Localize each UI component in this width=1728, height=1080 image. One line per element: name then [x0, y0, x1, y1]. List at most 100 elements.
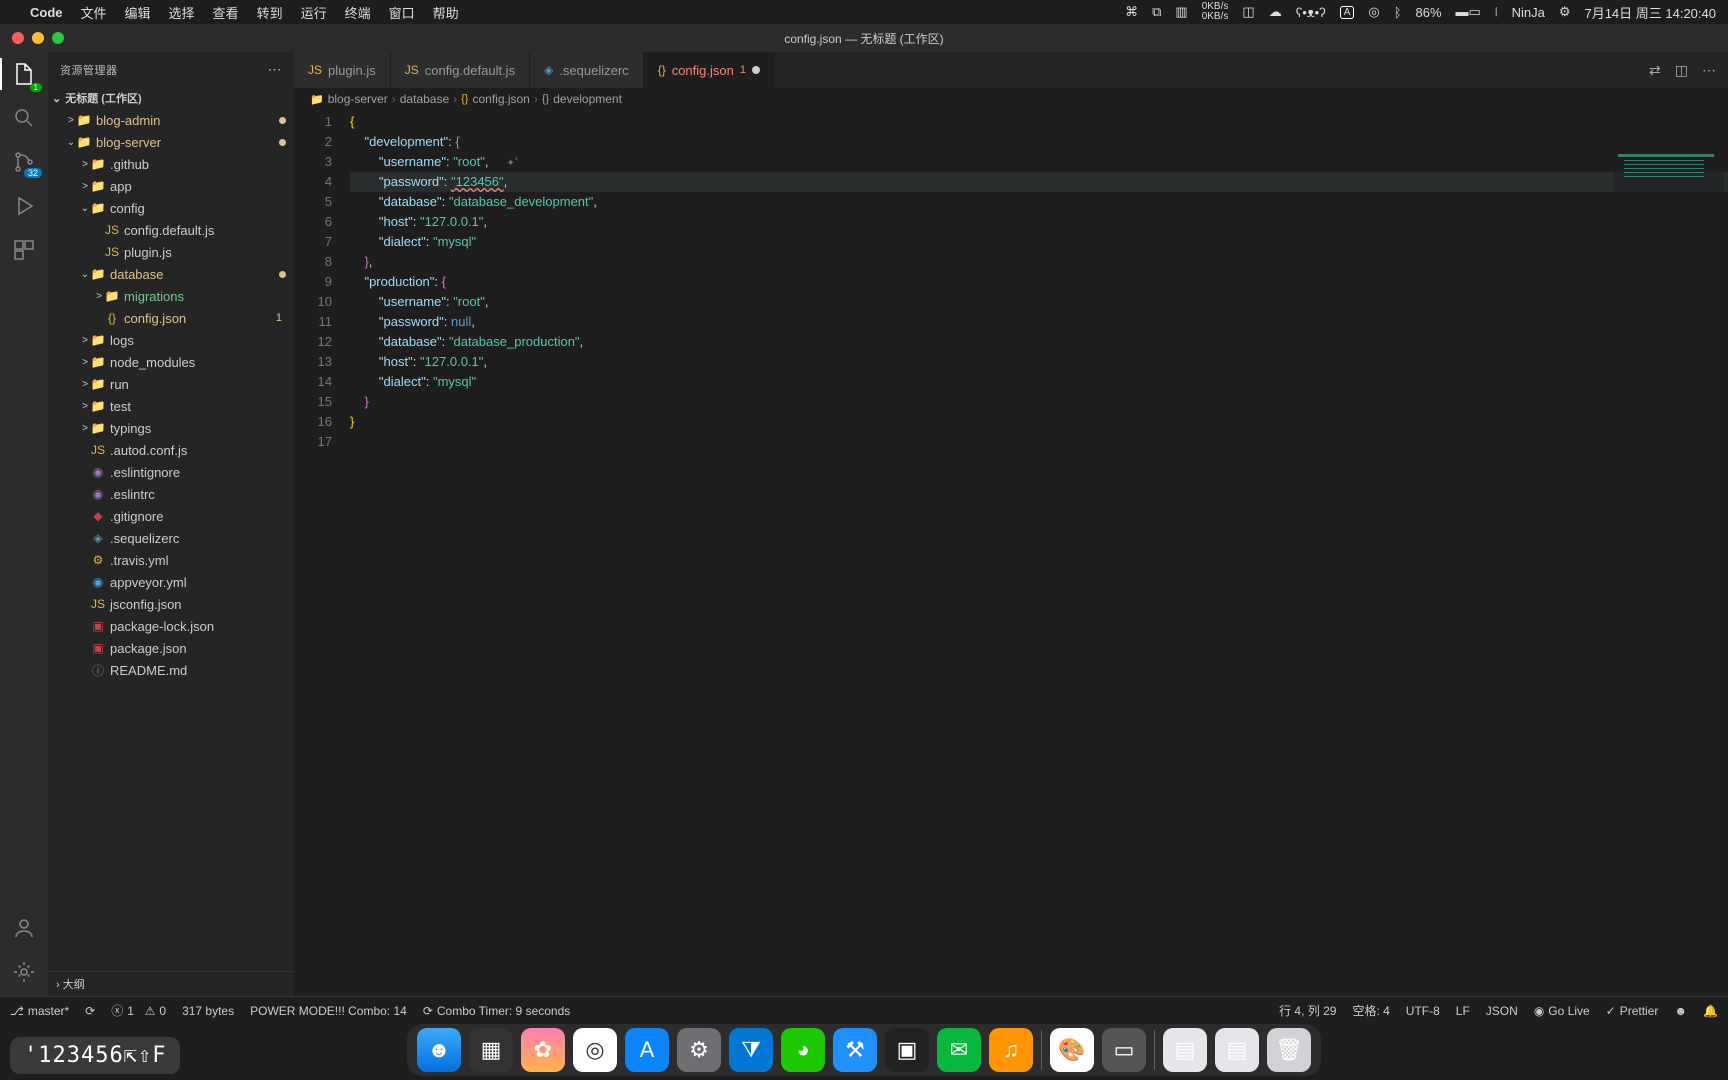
airdrop-icon[interactable]: ◎ [1368, 4, 1379, 20]
go-live[interactable]: ◉ Go Live [1534, 1004, 1590, 1018]
compare-changes-icon[interactable]: ⇄ [1649, 62, 1661, 79]
outline-section[interactable]: › 大纲 [48, 971, 294, 996]
menu-edit[interactable]: 编辑 [125, 3, 151, 22]
tab--sequelizerc[interactable]: ◈.sequelizerc [530, 52, 644, 88]
tree-item-config-default-js[interactable]: JSconfig.default.js [48, 219, 294, 241]
dock-chrome-icon[interactable]: ◎ [573, 1028, 617, 1072]
code-line-5[interactable]: "database": "database_development", [350, 192, 1728, 212]
date-time[interactable]: 7月14日 周三 14:20:40 [1584, 3, 1716, 22]
menu-window[interactable]: 窗口 [389, 3, 415, 22]
dock-settings-icon[interactable]: ⚙ [677, 1028, 721, 1072]
battery-percent[interactable]: 86% [1416, 5, 1442, 20]
ime-candidate[interactable]: '123456⇱⇧F [10, 1037, 180, 1074]
dock-preview1-icon[interactable]: 🎨 [1050, 1028, 1094, 1072]
tree-item-package-json[interactable]: ▣package.json [48, 637, 294, 659]
tree-item-database[interactable]: ⌄📁database [48, 263, 294, 285]
menu-file[interactable]: 文件 [81, 3, 107, 22]
tree-item--autod-conf-js[interactable]: JS.autod.conf.js [48, 439, 294, 461]
code-line-14[interactable]: "dialect": "mysql" [350, 372, 1728, 392]
eol[interactable]: LF [1456, 1004, 1470, 1018]
indentation[interactable]: 空格: 4 [1352, 1002, 1389, 1019]
dock-trash-icon[interactable]: 🗑 [1267, 1028, 1311, 1072]
rectangle-icon[interactable]: ◫ [1242, 4, 1254, 20]
tab-config-default-js[interactable]: JSconfig.default.js [391, 52, 530, 88]
tree-item--github[interactable]: >📁.github [48, 153, 294, 175]
tab-config-json[interactable]: {}config.json1 [644, 52, 775, 88]
bell-icon[interactable]: 🔔 [1703, 1004, 1718, 1018]
cursor-position[interactable]: 行 4, 列 29 [1279, 1002, 1336, 1019]
screencap-icon[interactable]: ⧉ [1152, 4, 1161, 20]
dock-vscode-icon[interactable]: ⧩ [729, 1028, 773, 1072]
tree-item-appveyor-yml[interactable]: ◉appveyor.yml [48, 571, 294, 593]
user-name[interactable]: NinJa [1512, 5, 1545, 20]
code-line-10[interactable]: "username": "root", [350, 292, 1728, 312]
tree-item-config[interactable]: ⌄📁config [48, 197, 294, 219]
code-line-11[interactable]: "password": null, [350, 312, 1728, 332]
dock-wechat-icon[interactable]: ✉ [937, 1028, 981, 1072]
split-editor-icon[interactable]: ◫ [1675, 62, 1688, 79]
tree-item-migrations[interactable]: >📁migrations [48, 285, 294, 307]
code-line-12[interactable]: "database": "database_production", [350, 332, 1728, 352]
tree-item-blog-server[interactable]: ⌄📁blog-server [48, 131, 294, 153]
tree-item-config-json[interactable]: {}config.json1 [48, 307, 294, 329]
window-close-button[interactable] [12, 32, 24, 44]
wifi-icon[interactable]: ⧙ [1495, 4, 1498, 20]
dock-appstore-icon[interactable]: A [625, 1028, 669, 1072]
dock-preview2-icon[interactable]: ▭ [1102, 1028, 1146, 1072]
dock-xcode-icon[interactable]: ⚒ [833, 1028, 877, 1072]
dock-document2-icon[interactable]: ▤ [1215, 1028, 1259, 1072]
tree-item-plugin-js[interactable]: JSplugin.js [48, 241, 294, 263]
tree-item-app[interactable]: >📁app [48, 175, 294, 197]
tree-item-run[interactable]: >📁run [48, 373, 294, 395]
tree-item-jsconfig-json[interactable]: JSjsconfig.json [48, 593, 294, 615]
code-line-1[interactable]: { [350, 112, 1728, 132]
tower-icon[interactable]: ▥ [1175, 4, 1187, 20]
menubar-app-name[interactable]: Code [30, 5, 63, 20]
tab-plugin-js[interactable]: JSplugin.js [294, 52, 391, 88]
encoding[interactable]: UTF-8 [1406, 1004, 1440, 1018]
tree-item--eslintrc[interactable]: ◉.eslintrc [48, 483, 294, 505]
settings-gear-icon[interactable] [12, 960, 36, 984]
control-center-icon[interactable]: ⚙ [1559, 4, 1571, 20]
dock-document1-icon[interactable]: ▤ [1163, 1028, 1207, 1072]
sidebar-more-icon[interactable]: ⋯ [268, 61, 283, 78]
tree-item-typings[interactable]: >📁typings [48, 417, 294, 439]
input-source-indicator[interactable]: A [1340, 6, 1355, 19]
bluetooth-icon[interactable]: ᛒ [1394, 5, 1402, 20]
code-line-13[interactable]: "host": "127.0.0.1", [350, 352, 1728, 372]
tree-item-node_modules[interactable]: >📁node_modules [48, 351, 294, 373]
language-mode[interactable]: JSON [1486, 1004, 1518, 1018]
tree-item--eslintignore[interactable]: ◉.eslintignore [48, 461, 294, 483]
accounts-icon[interactable] [12, 916, 36, 940]
workspace-header[interactable]: ⌄无标题 (工作区) [48, 87, 294, 109]
code-editor[interactable]: 1234567891011121314151617 { "development… [294, 110, 1728, 996]
code-line-6[interactable]: "host": "127.0.0.1", [350, 212, 1728, 232]
search-icon[interactable] [12, 106, 36, 130]
code-line-2[interactable]: "development": { [350, 132, 1728, 152]
tree-item-logs[interactable]: >📁logs [48, 329, 294, 351]
tree-item-test[interactable]: >📁test [48, 395, 294, 417]
dock-terminal-icon[interactable]: ▣ [885, 1028, 929, 1072]
explorer-icon[interactable]: 1 [12, 62, 36, 86]
dock-music-icon[interactable]: ♫ [989, 1028, 1033, 1072]
code-line-15[interactable]: } [350, 392, 1728, 412]
cmd-icon[interactable]: ⌘ [1125, 4, 1138, 20]
extensions-icon[interactable] [12, 238, 36, 262]
dock-photos-icon[interactable]: ✿ [521, 1028, 565, 1072]
menu-terminal[interactable]: 终端 [345, 3, 371, 22]
sync-icon[interactable]: ⟳ [85, 1004, 95, 1018]
code-line-17[interactable] [350, 432, 1728, 452]
window-zoom-button[interactable] [52, 32, 64, 44]
tree-item--sequelizerc[interactable]: ◈.sequelizerc [48, 527, 294, 549]
code-line-8[interactable]: }, [350, 252, 1728, 272]
code-line-16[interactable]: } [350, 412, 1728, 432]
battery-icon[interactable]: ▬▭ [1456, 4, 1481, 20]
problems-summary[interactable]: ⓧ 1 ⚠ 0 [111, 1002, 166, 1019]
feedback-icon[interactable]: ☻ [1674, 1004, 1687, 1018]
editor-more-icon[interactable]: ⋯ [1702, 62, 1716, 79]
breadcrumbs[interactable]: 📁blog-server ›database ›{}config.json ›{… [294, 88, 1728, 110]
dock-launchpad-icon[interactable]: ▦ [469, 1028, 513, 1072]
menu-run[interactable]: 运行 [301, 3, 327, 22]
wechat-status-icon[interactable]: ☁ [1269, 4, 1282, 20]
tree-item-package-lock-json[interactable]: ▣package-lock.json [48, 615, 294, 637]
